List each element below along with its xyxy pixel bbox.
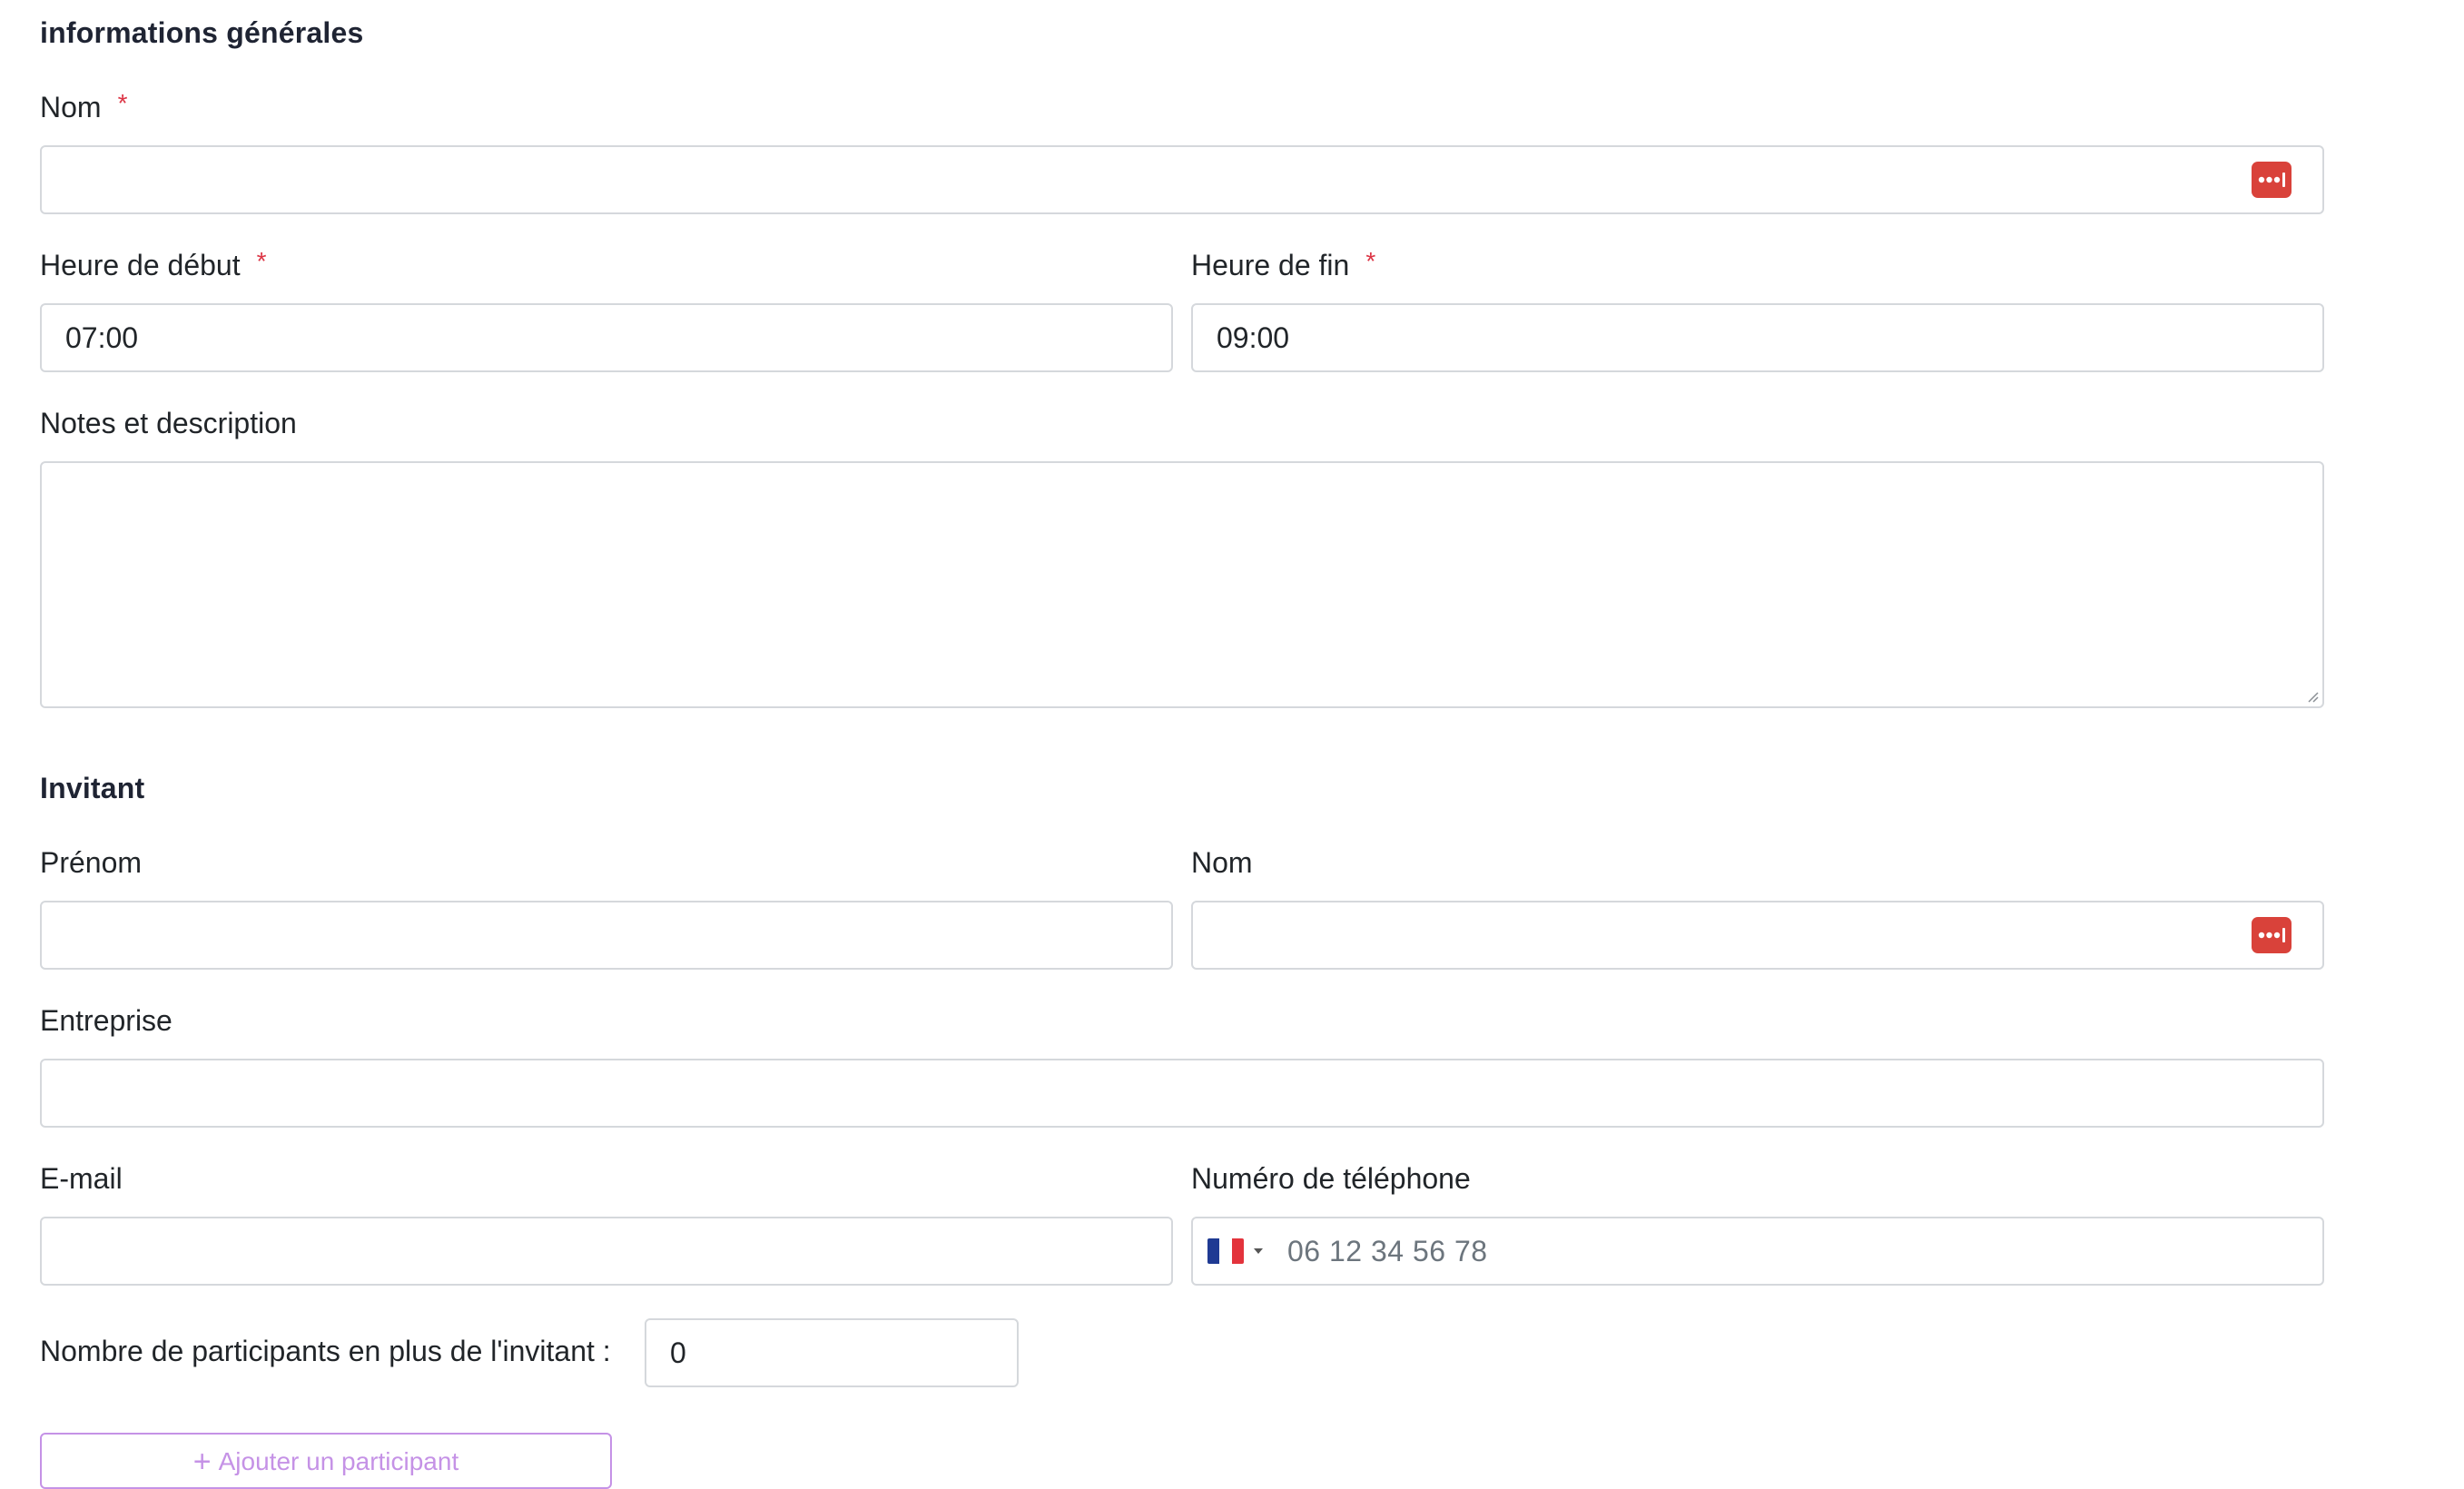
password-manager-icon[interactable] <box>2252 162 2292 198</box>
required-mark: * <box>117 89 128 117</box>
notes-textarea[interactable] <box>40 461 2324 708</box>
end-time-label: Heure de fin * <box>1191 247 1376 282</box>
firstname-input[interactable] <box>40 901 1173 970</box>
name-label-text: Nom <box>40 91 102 123</box>
participants-count-value: 0 <box>670 1336 686 1369</box>
end-time-label-text: Heure de fin <box>1191 249 1350 281</box>
password-manager-icon[interactable] <box>2252 917 2292 953</box>
firstname-label: Prénom <box>40 846 143 879</box>
plus-icon: + <box>192 1445 212 1479</box>
france-flag-icon[interactable] <box>1207 1238 1244 1264</box>
required-mark: * <box>256 247 267 275</box>
add-participant-label: Ajouter un participant <box>218 1447 459 1475</box>
phone-placeholder: 06 12 34 56 78 <box>1287 1235 1488 1267</box>
resize-grip-icon[interactable] <box>2306 690 2319 703</box>
end-time-value: 09:00 <box>1217 321 1290 354</box>
phone-label: Numéro de téléphone <box>1191 1162 1471 1195</box>
lastname-label: Nom <box>1191 846 1253 879</box>
start-time-value: 07:00 <box>65 321 139 354</box>
company-label: Entreprise <box>40 1004 172 1037</box>
start-time-label: Heure de début * <box>40 247 267 282</box>
end-time-input[interactable]: 09:00 <box>1191 303 2324 372</box>
start-time-label-text: Heure de début <box>40 249 241 281</box>
section-title-invitant: Invitant <box>40 772 145 804</box>
notes-label: Notes et description <box>40 407 297 439</box>
email-label: E-mail <box>40 1162 123 1195</box>
company-input[interactable] <box>40 1059 2324 1128</box>
participants-count-input[interactable]: 0 <box>645 1318 1019 1387</box>
lastname-input[interactable] <box>1191 901 2324 970</box>
email-input[interactable] <box>40 1217 1173 1286</box>
section-title-general: informations générales <box>40 16 364 49</box>
start-time-input[interactable]: 07:00 <box>40 303 1173 372</box>
event-name-input[interactable] <box>40 145 2324 214</box>
phone-input[interactable]: 06 12 34 56 78 <box>1191 1217 2324 1286</box>
participants-label: Nombre de participants en plus de l'invi… <box>40 1335 611 1367</box>
add-participant-button[interactable]: + Ajouter un participant <box>40 1433 612 1489</box>
name-label: Nom * <box>40 89 128 124</box>
required-mark: * <box>1365 247 1376 275</box>
caret-down-icon[interactable] <box>1253 1247 1264 1255</box>
